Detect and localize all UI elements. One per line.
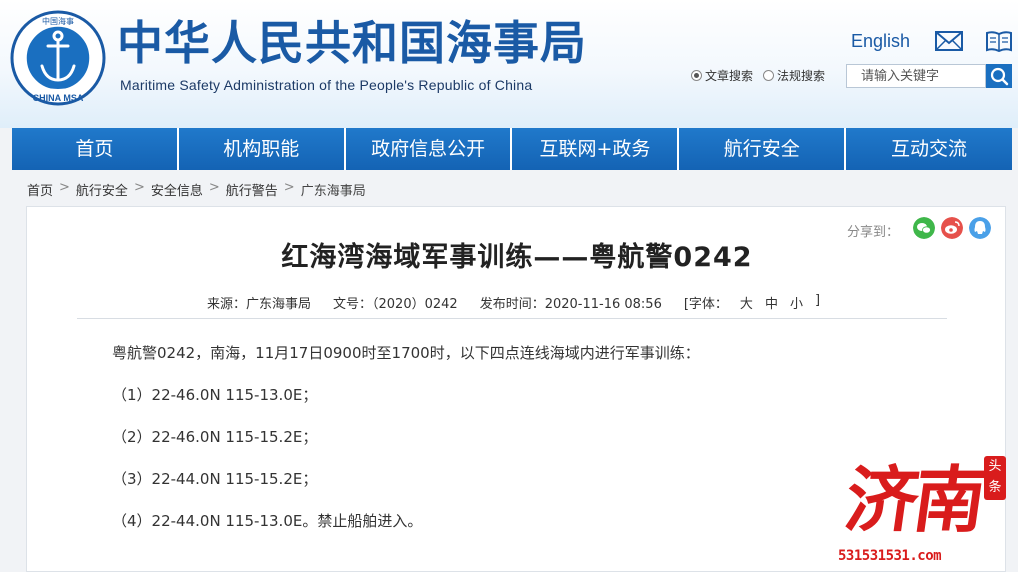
english-link[interactable]: English bbox=[851, 31, 910, 52]
breadcrumb-separator: > bbox=[283, 180, 295, 195]
font-size-bracket: ] bbox=[814, 293, 821, 308]
breadcrumb-separator: > bbox=[59, 180, 70, 195]
site-subtitle: Maritime Safety Administration of the Pe… bbox=[120, 77, 533, 93]
radio-selected-indicator bbox=[691, 70, 702, 81]
breadcrumb-home[interactable]: 首页 bbox=[27, 180, 53, 199]
breadcrumb-separator: > bbox=[208, 180, 220, 195]
mail-icon[interactable] bbox=[935, 31, 963, 51]
nav-item-interaction[interactable]: 互动交流 bbox=[846, 128, 1018, 170]
coordinate-line: （2）22-46.0N 115-15.2E； bbox=[112, 428, 318, 446]
coordinate-line: （4）22-44.0N 115-13.0E。禁止船舶进入。 bbox=[112, 512, 423, 530]
msa-logo-icon[interactable]: CHINA MSA 中国海事 bbox=[10, 10, 106, 106]
search-button[interactable] bbox=[986, 64, 1012, 88]
book-icon[interactable] bbox=[985, 30, 1013, 52]
logo-top-text: 中国海事 bbox=[42, 16, 74, 26]
main-nav: 首页 机构职能 政府信息公开 互联网+政务 航行安全 互动交流 bbox=[0, 128, 1018, 170]
article-title: 红海湾海域军事训练——粤航警0242 bbox=[281, 242, 753, 273]
font-size-label: [字体： bbox=[683, 297, 728, 312]
search-input[interactable] bbox=[846, 64, 986, 88]
breadcrumb-guangdong-msa[interactable]: 广东海事局 bbox=[301, 180, 366, 199]
article-meta: 来源：广东海事局 文号：（2020）0242 发布时间：2020-11-16 0… bbox=[207, 293, 820, 312]
breadcrumb: 首页 > 航行安全 > 安全信息 > 航行警告 > 广东海事局 bbox=[27, 180, 366, 199]
breadcrumb-separator: > bbox=[133, 180, 145, 195]
article-publish-time: 发布时间：2020-11-16 08:56 bbox=[479, 297, 662, 312]
radio-unselected-indicator bbox=[763, 70, 775, 81]
article-doc-number: 文号：（2020）0242 bbox=[333, 297, 458, 312]
nav-item-navigation-safety[interactable]: 航行安全 bbox=[679, 128, 847, 170]
nav-item-home[interactable]: 首页 bbox=[0, 128, 179, 170]
radio-law-search[interactable]: 法规搜索 bbox=[763, 67, 825, 84]
divider bbox=[77, 318, 947, 319]
radio-law-label: 法规搜索 bbox=[777, 69, 826, 83]
site-header: CHINA MSA 中国海事 中华人民共和国海事局 Maritime Safet… bbox=[0, 0, 1018, 128]
coordinate-line: （3）22-44.0N 115-15.2E； bbox=[112, 470, 318, 488]
article-body: 粤航警0242，南海，11月17日0900时至1700时，以下四点连线海域内进行… bbox=[112, 344, 912, 554]
font-size-medium[interactable]: 中 bbox=[765, 293, 778, 312]
radio-article-label: 文章搜索 bbox=[705, 69, 754, 83]
logo-bottom-text: CHINA MSA bbox=[33, 93, 84, 103]
breadcrumb-navigation-warning[interactable]: 航行警告 bbox=[226, 180, 278, 199]
font-size-large[interactable]: 大 bbox=[740, 293, 753, 312]
nav-item-gov-info[interactable]: 政府信息公开 bbox=[345, 128, 513, 170]
article-panel: 分享到： 红海湾海域军事训练——粤航警0242 来源：广东海事局 文号：（202… bbox=[26, 206, 1006, 572]
nav-item-functions[interactable]: 机构职能 bbox=[178, 128, 346, 170]
search-icon bbox=[990, 67, 1009, 86]
font-size-selector: [字体： 大 中 小 ] bbox=[684, 293, 820, 312]
nav-item-internet-services[interactable]: 互联网+政务 bbox=[512, 128, 680, 170]
site-title: 中华人民共和国海事局 bbox=[117, 16, 587, 70]
coordinate-line: （1）22-46.0N 115-13.0E； bbox=[112, 386, 318, 404]
search-type-radios: 文章搜索 法规搜索 bbox=[691, 67, 825, 84]
article-paragraph: 粤航警0242，南海，11月17日0900时至1700时，以下四点连线海域内进行… bbox=[112, 344, 700, 362]
font-size-small[interactable]: 小 bbox=[790, 293, 803, 312]
article-source: 来源：广东海事局 bbox=[207, 297, 312, 312]
radio-article-search[interactable]: 文章搜索 bbox=[691, 67, 753, 84]
breadcrumb-safety-info[interactable]: 安全信息 bbox=[151, 180, 203, 199]
breadcrumb-navigation-safety[interactable]: 航行安全 bbox=[76, 180, 128, 199]
